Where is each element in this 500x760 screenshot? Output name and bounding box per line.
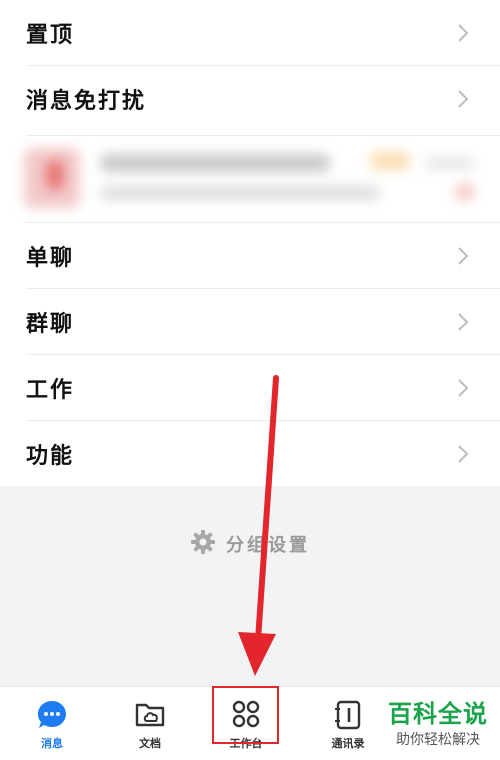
watermark-subtitle: 助你轻松解决 <box>396 732 480 748</box>
watermark-logo: 百科全说 助你轻松解决 <box>376 700 500 750</box>
watermark-title: 百科全说 <box>388 700 488 728</box>
annotation-arrow <box>238 375 279 676</box>
